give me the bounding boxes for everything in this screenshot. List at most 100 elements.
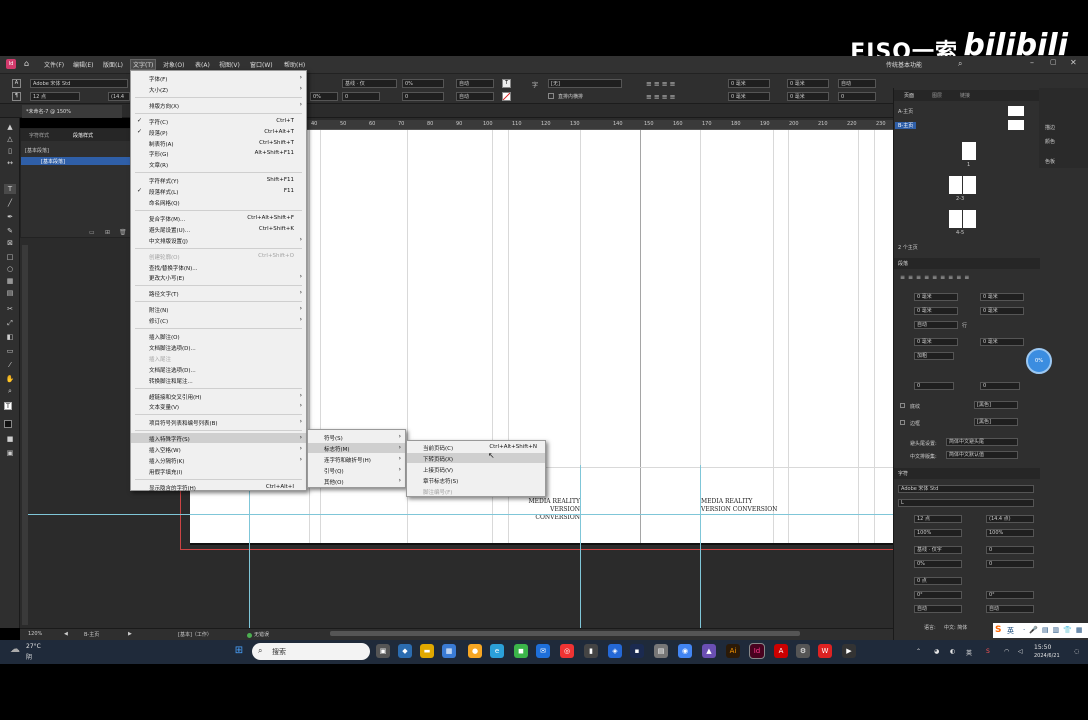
- master-thumb[interactable]: [1016, 106, 1024, 116]
- menu-item-字体[interactable]: 字体(F) ›: [131, 73, 306, 83]
- space-before[interactable]: 0 毫米: [914, 338, 958, 346]
- settings-icon[interactable]: ⚙: [796, 644, 810, 658]
- menu-item-大小[interactable]: 大小(Z) ›: [131, 84, 306, 94]
- language-value[interactable]: 中文: 简体: [944, 624, 967, 631]
- first-indent[interactable]: 0 毫米: [914, 307, 958, 315]
- paragraph-formatting-icon[interactable]: ¶: [12, 92, 21, 101]
- right-indent-field[interactable]: 0 毫米: [787, 79, 829, 88]
- menu-item-字符样式[interactable]: 字符样式(Y) Shift+F11: [131, 175, 306, 185]
- app-icon[interactable]: ◼: [514, 644, 528, 658]
- menu-item-用假字填充[interactable]: 用假字填充(I): [131, 466, 306, 476]
- tab-paragraph-styles[interactable]: 段落样式: [73, 132, 93, 139]
- master-b-selected[interactable]: B-主页: [895, 122, 917, 129]
- app-icon[interactable]: ▪: [630, 644, 644, 658]
- floating-assistant-button[interactable]: 0%: [1026, 348, 1052, 374]
- zoom-tool-icon[interactable]: ⌕: [4, 386, 16, 396]
- fill-swatch-icon[interactable]: T: [4, 402, 12, 410]
- wps-icon[interactable]: W: [818, 644, 832, 658]
- baseline-align-field[interactable]: 基线 · 仅: [342, 79, 397, 88]
- app-icon[interactable]: ▦: [442, 644, 456, 658]
- menu-item-查找/替换字体[interactable]: 查找/替换字体(N)...: [131, 262, 306, 272]
- tab-pages[interactable]: 页面: [904, 92, 914, 99]
- last-indent[interactable]: 0 毫米: [980, 307, 1024, 315]
- menu-item-文档脚注选项[interactable]: 文档脚注选项(D)...: [131, 342, 306, 352]
- char-rotate[interactable]: 0°: [914, 591, 962, 599]
- border-checkbox[interactable]: [900, 420, 905, 425]
- volume-icon[interactable]: ◁: [1018, 648, 1023, 655]
- menu-item-超链接和交叉引用[interactable]: 超链接和交叉引用(H) ›: [131, 391, 306, 401]
- page-thumb-1[interactable]: [962, 142, 976, 160]
- page-thumb-3[interactable]: [963, 176, 976, 194]
- horizontal-scale-field[interactable]: 0%: [310, 92, 338, 101]
- left-indent[interactable]: 0 毫米: [914, 293, 958, 301]
- direct-row-checkbox[interactable]: [548, 93, 554, 99]
- drop-cap-lines[interactable]: 0: [914, 382, 954, 390]
- rectangle-tool-icon[interactable]: □: [4, 252, 16, 262]
- menu-item-排版方向[interactable]: 排版方向(X) ›: [131, 100, 306, 110]
- para-align-icons[interactable]: ≡≡≡≡≡≡≡≡≡: [900, 274, 972, 281]
- menu-item-上接页码[interactable]: 上接页码(V): [407, 464, 545, 474]
- new-style-icon[interactable]: ▭: [89, 229, 95, 236]
- app-icon[interactable]: ◆: [398, 644, 412, 658]
- menu-item-修订[interactable]: 修订(C) ›: [131, 315, 306, 325]
- stroke-color-icon[interactable]: [502, 92, 511, 101]
- pencil-tool-icon[interactable]: ✎: [4, 226, 16, 236]
- char-after-spacing[interactable]: 自动: [986, 605, 1034, 613]
- media-player-icon[interactable]: ▶: [842, 644, 856, 658]
- char-before-spacing[interactable]: 自动: [914, 605, 962, 613]
- menu-item-下转页码[interactable]: 下转页码(X): [407, 453, 545, 463]
- next-page-icon[interactable]: ▶: [128, 631, 132, 637]
- type-tool-icon[interactable]: T: [4, 184, 16, 194]
- font-family-field[interactable]: Adobe 宋体 Std: [30, 79, 128, 88]
- menu-item-项目符号列表和编号列表[interactable]: 项目符号列表和编号列表(B) ›: [131, 417, 306, 427]
- menu-item-更改大小写[interactable]: 更改大小写(E) ›: [131, 272, 306, 282]
- char-hscale[interactable]: 100%: [986, 529, 1034, 537]
- page-thumb-5[interactable]: [963, 210, 976, 228]
- menu-view[interactable]: 视图(V): [219, 60, 240, 69]
- search-icon[interactable]: ⌕: [958, 59, 962, 69]
- char-leading[interactable]: (14.4 点): [986, 515, 1034, 523]
- free-transform-tool-icon[interactable]: ⤢: [4, 318, 16, 328]
- app-icon[interactable]: ▮: [584, 644, 598, 658]
- menu-item-段落样式[interactable]: ✓ 段落样式(L) F11: [131, 186, 306, 196]
- menu-item-避头尾设置[interactable]: 避头尾设置(U)... Ctrl+Shift+K: [131, 224, 306, 234]
- zoom-level[interactable]: 120%: [28, 631, 42, 637]
- tray-overflow-icon[interactable]: ⌃: [916, 648, 921, 655]
- master-thumb[interactable]: [1008, 106, 1016, 116]
- menu-item-当前页码[interactable]: 当前页码(C) Ctrl+Alt+Shift+N: [407, 442, 545, 452]
- menu-item-显示隐含的字符[interactable]: 显示隐含的字符(H) Ctrl+Alt+I: [131, 482, 306, 492]
- style-list-item-selected[interactable]: [基本段落]: [21, 157, 133, 165]
- wifi-icon[interactable]: ◠: [1004, 648, 1009, 655]
- page-thumb-4[interactable]: [949, 210, 962, 228]
- char-size[interactable]: 12 点: [914, 515, 962, 523]
- menu-item-标志符[interactable]: 标志符(M) ›: [308, 443, 405, 453]
- menu-item-文本变量[interactable]: 文本变量(V) ›: [131, 401, 306, 411]
- right-indent[interactable]: 0 毫米: [980, 293, 1024, 301]
- color-panel-tab[interactable]: 颜色: [1045, 138, 1055, 145]
- space-before-field[interactable]: 0 毫米: [787, 92, 829, 101]
- border-color[interactable]: [黑色]: [974, 418, 1018, 426]
- menu-type[interactable]: 文字(T): [129, 59, 157, 70]
- acrobat-icon[interactable]: A: [774, 644, 788, 658]
- tracking-field[interactable]: 0%: [402, 79, 444, 88]
- shading-checkbox[interactable]: [900, 403, 905, 408]
- master-a[interactable]: A-主页: [898, 108, 913, 115]
- menu-item-转换脚注和尾注[interactable]: 转换脚注和尾注...: [131, 375, 306, 385]
- menu-file[interactable]: 文件(F): [44, 60, 64, 69]
- menu-item-插入空格[interactable]: 插入空格(W) ›: [131, 444, 306, 454]
- tab-links[interactable]: 链接: [960, 92, 970, 99]
- maximize-icon[interactable]: ▢: [1050, 58, 1057, 66]
- stroke-swatch-icon[interactable]: [4, 420, 12, 428]
- preflight-profile[interactable]: [基本]（工作）: [178, 631, 212, 638]
- app-icon[interactable]: ▤: [654, 644, 668, 658]
- rectangle-frame-tool-icon[interactable]: ⊠: [4, 238, 16, 248]
- text-color-icon[interactable]: T: [502, 79, 511, 88]
- scissors-tool-icon[interactable]: ✂: [4, 304, 16, 314]
- font-size-field[interactable]: 12 点: [30, 92, 80, 101]
- menu-item-附注[interactable]: 附注(N) ›: [131, 304, 306, 314]
- char-aki[interactable]: 0: [986, 560, 1034, 568]
- edge-browser-icon[interactable]: e: [490, 644, 504, 658]
- home-icon[interactable]: ⌂: [24, 59, 29, 68]
- prev-page-icon[interactable]: ◀: [64, 631, 68, 637]
- gradient-tool-icon[interactable]: ◧: [4, 332, 16, 342]
